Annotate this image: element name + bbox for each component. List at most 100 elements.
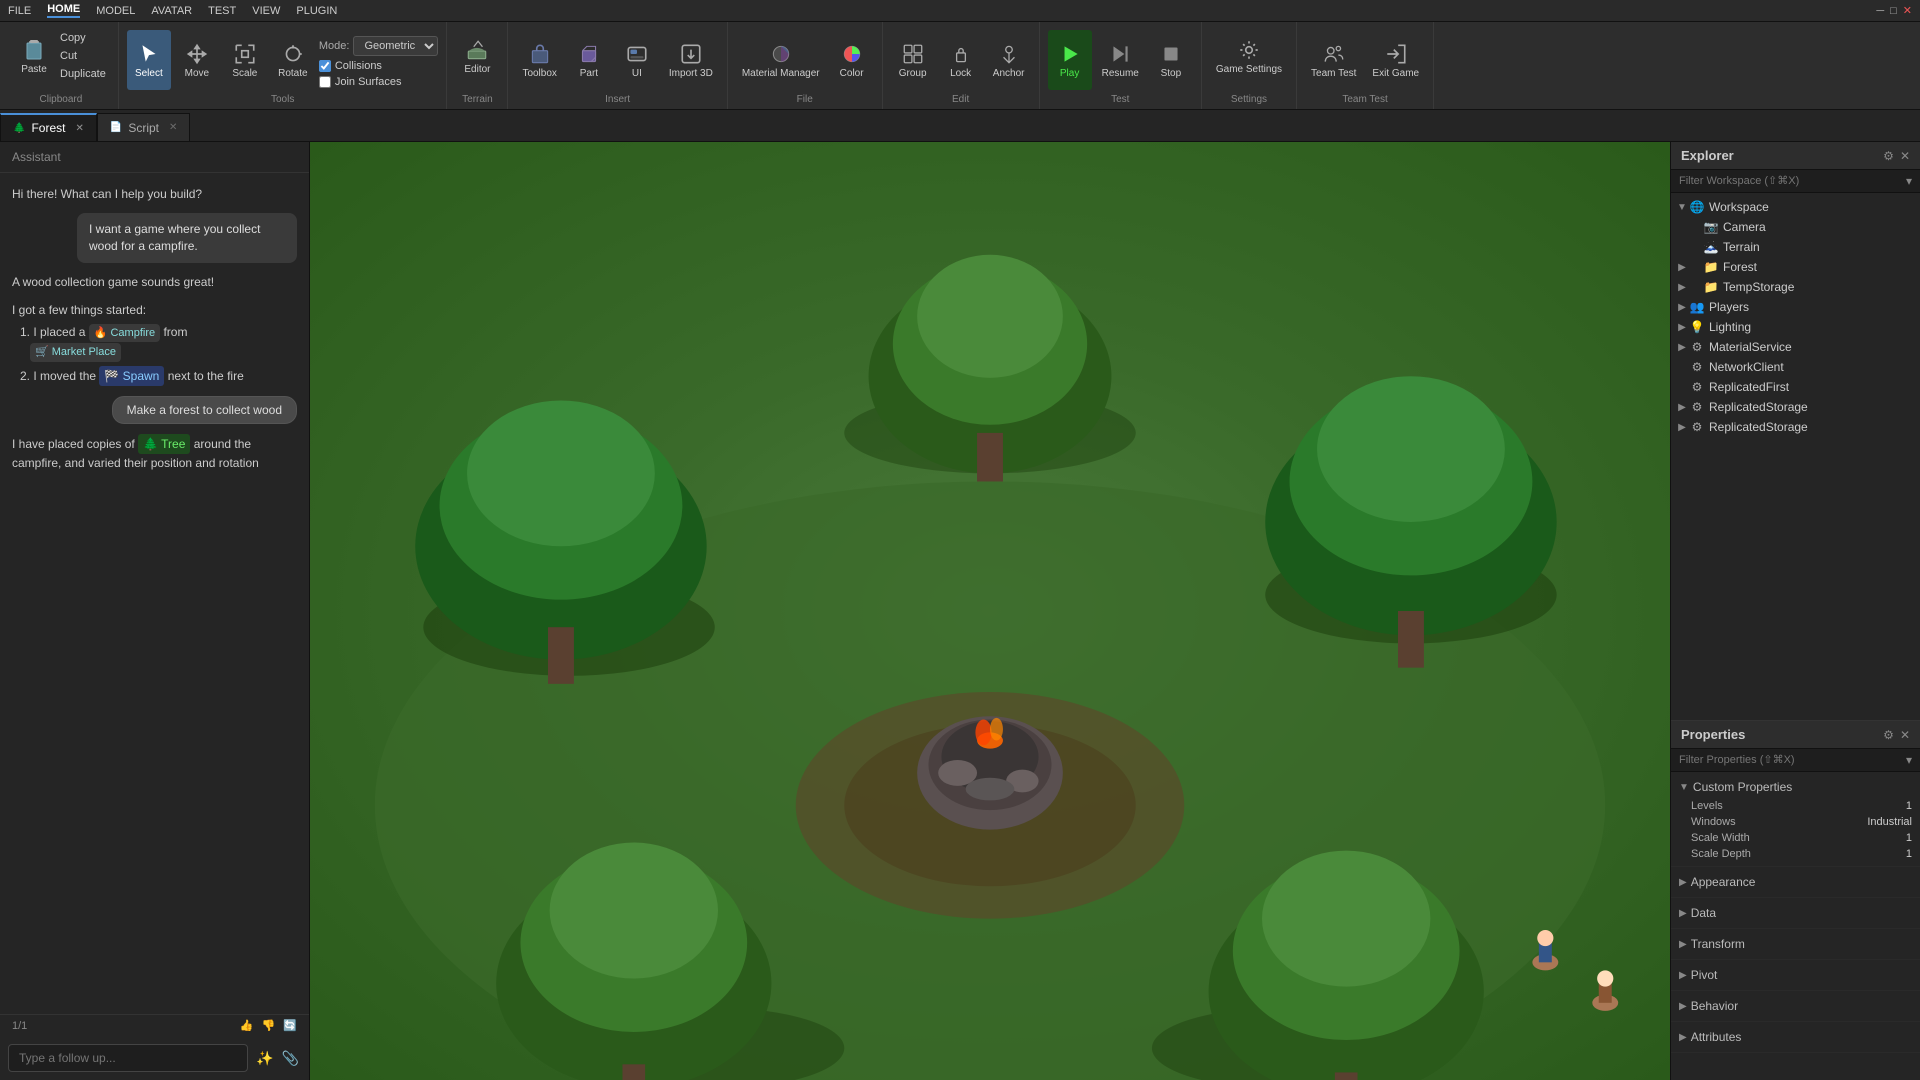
ui-button[interactable]: UI [615, 30, 659, 90]
menu-home[interactable]: HOME [47, 3, 80, 18]
toolbox-button[interactable]: Toolbox [516, 30, 562, 90]
materialservice-expand[interactable]: ▶ [1675, 342, 1689, 353]
anchor-button[interactable]: Anchor [987, 30, 1031, 90]
collisions-checkbox[interactable] [319, 60, 331, 72]
menu-bar: FILE HOME MODEL AVATAR TEST VIEW PLUGIN … [0, 0, 1920, 22]
chat-attach-btn[interactable]: 📎 [280, 1048, 301, 1069]
team-test-button[interactable]: Team Test [1305, 30, 1362, 90]
script-tab-close[interactable]: ✕ [169, 122, 177, 133]
forest-expand[interactable]: ▶ [1675, 262, 1689, 273]
menu-test[interactable]: TEST [208, 5, 236, 17]
assistant-chat[interactable]: Hi there! What can I help you build? I w… [0, 173, 309, 1014]
group-button[interactable]: Group [891, 30, 935, 90]
editor-button[interactable]: Editor [455, 26, 499, 86]
menu-avatar[interactable]: AVATAR [151, 5, 192, 17]
properties-settings-btn[interactable]: ⚙ [1883, 728, 1894, 742]
properties-filter-dropdown[interactable]: ▾ [1906, 753, 1912, 767]
explorer-filter-input[interactable] [1679, 175, 1906, 187]
prop-scalewidth-value[interactable]: 1 [1802, 832, 1913, 844]
part-button[interactable]: Part [567, 30, 611, 90]
duplicate-button[interactable]: Duplicate [56, 66, 110, 82]
import-3d-button[interactable]: Import 3D [663, 30, 719, 90]
rotate-button[interactable]: Rotate [271, 30, 315, 90]
game-settings-button[interactable]: Game Settings [1210, 26, 1288, 86]
refresh-btn[interactable]: 🔄 [283, 1019, 297, 1032]
prop-group-behavior-header[interactable]: ▶ Behavior [1671, 995, 1920, 1017]
tab-script[interactable]: 📄 Script ✕ [97, 113, 191, 141]
lock-button[interactable]: Lock [939, 30, 983, 90]
tree-item-players[interactable]: ▶ 👥 Players [1671, 297, 1920, 317]
exit-game-button[interactable]: Exit Game [1366, 30, 1425, 90]
menu-model[interactable]: MODEL [96, 5, 135, 17]
forest-tab-close[interactable]: ✕ [75, 123, 83, 134]
explorer-settings-btn[interactable]: ⚙ [1883, 149, 1894, 163]
prop-windows-value[interactable]: Industrial [1802, 816, 1913, 828]
thumbs-up-btn[interactable]: 👍 [240, 1019, 254, 1032]
tree-item-forest[interactable]: ▶ 📁 Forest [1671, 257, 1920, 277]
replicatedstorage2-expand[interactable]: ▶ [1675, 422, 1689, 433]
material-manager-button[interactable]: Material Manager [736, 30, 826, 90]
prop-group-pivot-header[interactable]: ▶ Pivot [1671, 964, 1920, 986]
networkclient-expand[interactable]: ▶ [1675, 362, 1689, 373]
menu-file[interactable]: FILE [8, 5, 31, 17]
join-surfaces-checkbox[interactable] [319, 76, 331, 88]
toolbar-settings-group: Game Settings Settings [1202, 22, 1297, 109]
lighting-icon: 💡 [1689, 319, 1705, 335]
collisions-checkbox-label[interactable]: Collisions [319, 60, 439, 72]
tree-item-tempstorage[interactable]: ▶ 📁 TempStorage [1671, 277, 1920, 297]
thumbs-down-btn[interactable]: 👎 [262, 1019, 276, 1032]
stop-button[interactable]: Stop [1149, 30, 1193, 90]
terrain-expand[interactable]: ▶ [1675, 242, 1689, 253]
window-minimize[interactable]: ─ [1876, 5, 1884, 17]
prop-levels-value[interactable]: 1 [1802, 800, 1913, 812]
tempstorage-expand[interactable]: ▶ [1675, 282, 1689, 293]
replicatedfirst-expand[interactable]: ▶ [1675, 382, 1689, 393]
play-button[interactable]: Play [1048, 30, 1092, 90]
players-expand[interactable]: ▶ [1675, 302, 1689, 313]
prop-scaledepth-value[interactable]: 1 [1802, 848, 1913, 860]
chat-enhance-btn[interactable]: ✨ [254, 1048, 275, 1069]
tree-item-materialservice[interactable]: ▶ ⚙ MaterialService [1671, 337, 1920, 357]
paste-button[interactable]: Paste [12, 26, 56, 86]
toolbar-insert-group: Toolbox Part UI Import 3D Insert [508, 22, 727, 109]
menu-view[interactable]: VIEW [252, 5, 280, 17]
properties-close-btn[interactable]: ✕ [1900, 728, 1910, 742]
cut-button[interactable]: Cut [56, 48, 110, 64]
explorer-filter-dropdown[interactable]: ▾ [1906, 174, 1912, 188]
workspace-arrow[interactable]: ▼ [1675, 202, 1689, 213]
color-button[interactable]: Color [830, 30, 874, 90]
lighting-expand[interactable]: ▶ [1675, 322, 1689, 333]
tab-forest[interactable]: 🌲 Forest ✕ [0, 113, 97, 141]
copy-button[interactable]: Copy [56, 30, 110, 46]
chat-btn-forest[interactable]: Make a forest to collect wood [112, 396, 297, 424]
tree-item-replicatedfirst[interactable]: ▶ ⚙ ReplicatedFirst [1671, 377, 1920, 397]
join-surfaces-checkbox-label[interactable]: Join Surfaces [319, 76, 439, 88]
prop-group-attributes-header[interactable]: ▶ Attributes [1671, 1026, 1920, 1048]
tree-item-terrain[interactable]: ▶ 🗻 Terrain [1671, 237, 1920, 257]
chat-input[interactable] [8, 1044, 248, 1072]
window-close[interactable]: ✕ [1903, 4, 1912, 17]
tree-item-networkclient[interactable]: ▶ ⚙ NetworkClient [1671, 357, 1920, 377]
camera-expand[interactable]: ▶ [1675, 222, 1689, 233]
explorer-close-btn[interactable]: ✕ [1900, 149, 1910, 163]
scale-button[interactable]: Scale [223, 30, 267, 90]
replicatedstorage2-label: ReplicatedStorage [1709, 420, 1808, 434]
tree-item-workspace[interactable]: ▼ 🌐 Workspace [1671, 197, 1920, 217]
resume-button[interactable]: Resume [1096, 30, 1145, 90]
tree-item-replicatedstorage-2[interactable]: ▶ ⚙ ReplicatedStorage [1671, 417, 1920, 437]
tree-item-camera[interactable]: ▶ 📷 Camera [1671, 217, 1920, 237]
prop-group-appearance-header[interactable]: ▶ Appearance [1671, 871, 1920, 893]
prop-group-transform-header[interactable]: ▶ Transform [1671, 933, 1920, 955]
mode-dropdown[interactable]: Geometric [353, 36, 438, 56]
tree-item-replicatedstorage-1[interactable]: ▶ ⚙ ReplicatedStorage [1671, 397, 1920, 417]
tree-item-lighting[interactable]: ▶ 💡 Lighting [1671, 317, 1920, 337]
select-button[interactable]: Select [127, 30, 171, 90]
menu-plugin[interactable]: PLUGIN [296, 5, 337, 17]
prop-group-data-header[interactable]: ▶ Data [1671, 902, 1920, 924]
viewport[interactable] [310, 142, 1670, 1080]
replicatedstorage1-expand[interactable]: ▶ [1675, 402, 1689, 413]
prop-group-custom-header[interactable]: ▼ Custom Properties [1671, 776, 1920, 798]
properties-filter-input[interactable] [1679, 754, 1906, 766]
window-maximize[interactable]: □ [1890, 5, 1897, 17]
move-button[interactable]: Move [175, 30, 219, 90]
